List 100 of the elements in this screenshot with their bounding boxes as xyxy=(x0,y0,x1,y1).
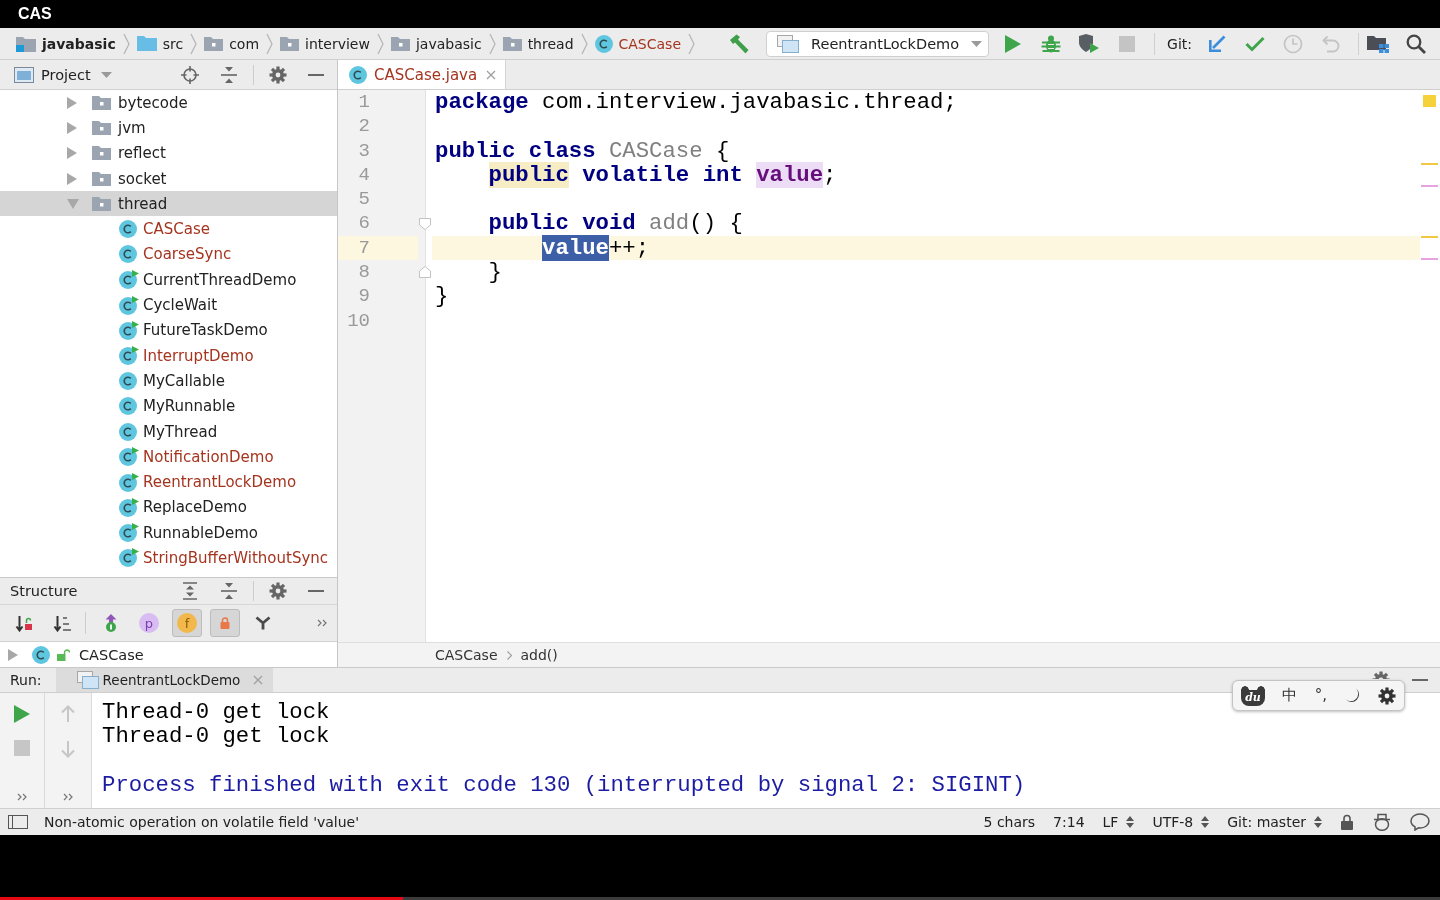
breadcrumb-item[interactable]: CASCase xyxy=(435,647,498,663)
folder-icon xyxy=(136,36,157,51)
expand-arrow-icon[interactable] xyxy=(67,198,79,209)
double-chevron-icon[interactable] xyxy=(63,793,73,801)
play-icon[interactable] xyxy=(14,705,30,723)
chevron-icon xyxy=(190,32,198,55)
crosshair-icon[interactable] xyxy=(181,65,199,84)
stripe-mark-icon[interactable] xyxy=(1421,258,1438,261)
checkmark-icon[interactable] xyxy=(1245,35,1265,52)
stripe-mark-icon[interactable] xyxy=(1421,235,1438,238)
arrow-icon[interactable] xyxy=(1208,34,1226,53)
tree-row[interactable]: bytecode xyxy=(0,90,337,116)
stripe-mark-icon[interactable] xyxy=(1421,185,1438,188)
lock-icon[interactable] xyxy=(1340,814,1354,830)
double-chevron-icon[interactable] xyxy=(17,793,27,801)
breadcrumb-item[interactable]: interview xyxy=(280,35,370,52)
runnable-class-icon xyxy=(119,295,139,315)
tree-row[interactable]: CASCase xyxy=(0,642,337,667)
breadcrumb-item[interactable]: javabasic xyxy=(390,35,482,52)
shield-play-icon[interactable] xyxy=(1078,33,1101,54)
tree-row[interactable]: NotificationDemo xyxy=(0,444,337,470)
non-public-toggle[interactable] xyxy=(210,609,240,637)
close-icon[interactable] xyxy=(253,675,264,685)
folder-icon xyxy=(92,146,111,161)
status-message: Non-atomic operation on volatile field 'value' xyxy=(44,814,360,830)
tree-row[interactable]: ReplaceDemo xyxy=(0,494,337,521)
breadcrumb-item[interactable]: CASCase xyxy=(594,34,682,53)
expand-arrow-icon[interactable] xyxy=(67,147,77,160)
expand-arrow-icon[interactable] xyxy=(67,121,77,134)
code-line: public void add() { xyxy=(487,211,744,236)
play-icon[interactable] xyxy=(1005,34,1022,53)
line-number: 1 xyxy=(357,90,371,115)
status-dropdown[interactable]: UTF-8 xyxy=(1152,814,1210,830)
panel-toggle-icon[interactable] xyxy=(8,815,28,829)
tree-row[interactable]: InterruptDemo xyxy=(0,342,337,369)
breadcrumb-item[interactable]: com xyxy=(204,35,260,52)
tree-row[interactable]: CurrentThreadDemo xyxy=(0,267,337,293)
runnable-class-icon xyxy=(119,447,139,467)
status-dropdown[interactable]: LF xyxy=(1102,814,1135,830)
punctuation-button[interactable]: °, xyxy=(1314,688,1328,703)
tree-label: NotificationDemo xyxy=(143,447,274,466)
breadcrumb-item[interactable]: thread xyxy=(502,35,574,52)
folder-icon xyxy=(204,36,224,51)
tree-label: StringBufferWithoutSync xyxy=(143,549,329,567)
tree-row[interactable]: MyCallable xyxy=(0,368,337,394)
expand-arrow-icon[interactable] xyxy=(67,172,77,185)
minus-icon[interactable] xyxy=(308,73,324,76)
breadcrumb-item[interactable]: add() xyxy=(520,647,558,663)
speech-bubble-icon[interactable] xyxy=(1410,813,1430,831)
tree-row[interactable]: ReentrantLockDemo xyxy=(0,469,337,495)
window-icon xyxy=(777,34,800,53)
tree-row[interactable]: CycleWait xyxy=(0,292,337,318)
double-chevron-icon[interactable] xyxy=(317,619,327,627)
fold-marker-icon[interactable] xyxy=(419,266,431,279)
breadcrumb-item[interactable]: src xyxy=(136,35,184,52)
runnable-class-icon xyxy=(119,523,139,543)
tree-row[interactable]: FutureTaskDemo xyxy=(0,317,337,343)
video-progress-track[interactable] xyxy=(0,897,1440,900)
inspector-icon[interactable] xyxy=(1372,813,1392,831)
collapse-all-icon[interactable] xyxy=(220,65,238,84)
tree-row[interactable]: socket xyxy=(0,165,337,192)
tree-label: reflect xyxy=(118,144,166,163)
tree-row[interactable]: StringBufferWithoutSync xyxy=(0,545,337,571)
folder-grid-icon[interactable] xyxy=(1367,34,1389,53)
tree-row[interactable]: thread xyxy=(0,191,337,217)
run-tab[interactable]: ReentrantLockDemo xyxy=(55,668,274,692)
tree-row[interactable]: MyThread xyxy=(0,418,337,445)
editor-tab[interactable]: CASCase.java xyxy=(338,60,507,89)
class-icon xyxy=(119,397,137,416)
status-dropdown[interactable]: Git: master xyxy=(1227,814,1322,830)
moon-icon[interactable] xyxy=(1344,687,1361,704)
tree-row[interactable]: MyRunnable xyxy=(0,393,337,419)
fields-toggle[interactable]: f xyxy=(172,609,202,637)
input-mode-button[interactable]: 中 xyxy=(1282,688,1298,703)
inherited-icon xyxy=(105,614,117,632)
class-icon xyxy=(594,34,613,53)
chevron-icon xyxy=(266,32,274,55)
expand-all-icon[interactable] xyxy=(181,582,199,600)
fold-marker-icon[interactable] xyxy=(419,217,431,230)
properties-toggle[interactable]: p xyxy=(134,609,164,637)
expand-arrow-icon[interactable] xyxy=(8,648,18,661)
search-icon[interactable] xyxy=(1406,33,1426,54)
tree-label: CASCase xyxy=(143,220,210,239)
breadcrumb-item[interactable]: javabasic xyxy=(16,35,116,52)
runnable-class-icon xyxy=(119,548,139,568)
tree-row[interactable]: RunnableDemo xyxy=(0,520,337,546)
tree-row[interactable]: CASCase xyxy=(0,216,337,242)
bug-icon[interactable] xyxy=(1041,33,1062,54)
run-configuration-dropdown[interactable]: ReentrantLockDemo xyxy=(766,30,990,57)
close-icon[interactable] xyxy=(486,69,497,80)
tree-row[interactable]: CoarseSync xyxy=(0,241,337,268)
expand-arrow-icon[interactable] xyxy=(67,96,77,109)
collapse-all-icon[interactable] xyxy=(220,582,238,600)
tree-row[interactable]: reflect xyxy=(0,140,337,166)
project-view-dropdown[interactable]: Project xyxy=(14,66,112,83)
settings-icon[interactable] xyxy=(1377,686,1396,705)
stripe-mark-icon[interactable] xyxy=(1421,162,1438,165)
hammer-icon[interactable] xyxy=(729,33,750,54)
class-icon xyxy=(32,645,50,664)
tree-row[interactable]: jvm xyxy=(0,115,337,141)
